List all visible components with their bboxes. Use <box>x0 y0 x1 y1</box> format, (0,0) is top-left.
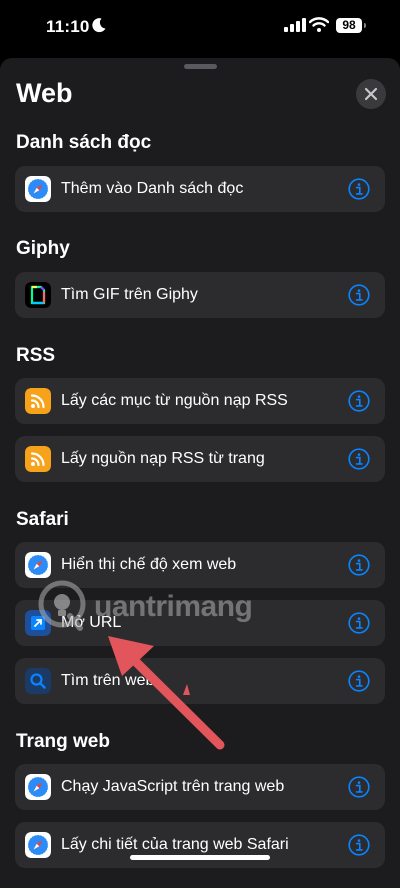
search-icon <box>25 668 51 694</box>
battery-icon: 98 <box>336 18 362 33</box>
close-icon <box>364 87 378 101</box>
info-icon[interactable] <box>348 284 370 306</box>
info-icon[interactable] <box>348 670 370 692</box>
section-title-reading-list: Danh sách đọc <box>16 132 152 153</box>
action-search-giphy[interactable]: Tìm GIF trên Giphy <box>15 272 385 318</box>
section-title-giphy: Giphy <box>16 238 70 259</box>
info-icon[interactable] <box>348 776 370 798</box>
close-button[interactable] <box>356 79 386 109</box>
rss-icon <box>25 388 51 414</box>
action-run-javascript[interactable]: Chạy JavaScript trên trang web <box>15 764 385 810</box>
action-add-to-reading-list[interactable]: Thêm vào Danh sách đọc <box>15 166 385 212</box>
action-show-web-view[interactable]: Hiển thị chế độ xem web <box>15 542 385 588</box>
action-label: Lấy các mục từ nguồn nạp RSS <box>61 392 288 409</box>
rss-icon <box>25 446 51 472</box>
action-get-safari-page-details[interactable]: Lấy chi tiết của trang web Safari <box>15 822 385 868</box>
action-get-rss-from-page[interactable]: Lấy nguồn nạp RSS từ trang <box>15 436 385 482</box>
action-label: Lấy nguồn nạp RSS từ trang <box>61 450 265 467</box>
info-icon[interactable] <box>348 390 370 412</box>
info-icon[interactable] <box>348 834 370 856</box>
sheet-title: Web <box>16 78 73 108</box>
info-icon[interactable] <box>348 554 370 576</box>
status-time: 11:10 <box>46 17 90 36</box>
info-icon[interactable] <box>348 178 370 200</box>
battery-level: 98 <box>342 18 356 32</box>
action-label: Hiển thị chế độ xem web <box>61 556 237 573</box>
cellular-signal-icon <box>284 18 306 32</box>
action-get-rss-items[interactable]: Lấy các mục từ nguồn nạp RSS <box>15 378 385 424</box>
action-label: Thêm vào Danh sách đọc <box>61 180 244 197</box>
home-indicator[interactable] <box>130 855 270 860</box>
info-icon[interactable] <box>348 448 370 470</box>
giphy-icon <box>25 282 51 308</box>
safari-icon <box>25 176 51 202</box>
action-label: Chạy JavaScript trên trang web <box>61 778 285 795</box>
action-label: Mở URL <box>61 614 122 631</box>
info-icon[interactable] <box>348 612 370 634</box>
action-label: Tìm trên web <box>61 672 155 689</box>
status-bar: 11:10 98 <box>0 0 400 56</box>
action-sheet: Web Danh sách đọc Thêm vào Danh sách đọc… <box>0 58 400 888</box>
wifi-icon <box>309 17 329 32</box>
battery-tip <box>364 23 366 28</box>
safari-icon <box>25 552 51 578</box>
sheet-grabber[interactable] <box>184 64 217 69</box>
open-url-icon <box>25 610 51 636</box>
section-title-safari: Safari <box>16 509 69 530</box>
section-title-web-page: Trang web <box>16 731 110 752</box>
action-label: Tìm GIF trên Giphy <box>61 286 198 303</box>
section-title-rss: RSS <box>16 345 56 366</box>
safari-icon <box>25 832 51 858</box>
action-search-web[interactable]: Tìm trên web <box>15 658 385 704</box>
safari-icon <box>25 774 51 800</box>
action-open-url[interactable]: Mở URL <box>15 600 385 646</box>
moon-icon <box>92 18 106 33</box>
action-label: Lấy chi tiết của trang web Safari <box>61 836 289 853</box>
